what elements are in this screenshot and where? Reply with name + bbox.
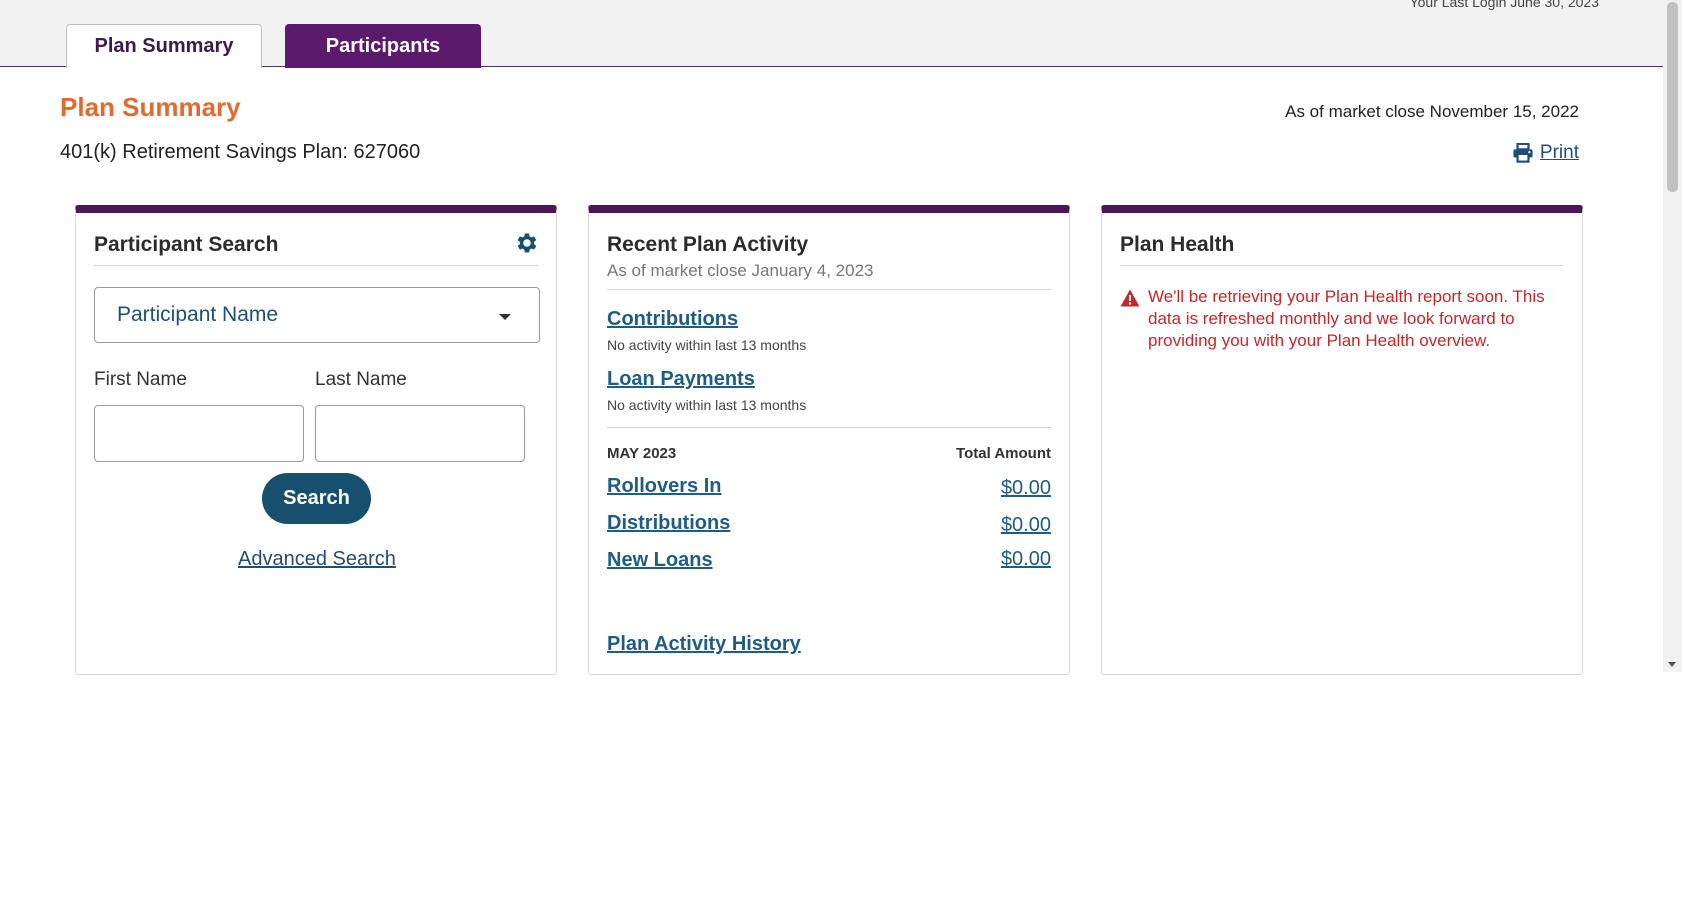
activity-as-of-date: As of market close January 4, 2023 bbox=[607, 261, 874, 280]
loan-payments-note: No activity within last 13 months bbox=[607, 397, 807, 413]
plan-health-card: Plan Health We'll be retrieving your Pla… bbox=[1101, 205, 1583, 675]
last-login-text: Your Last Login June 30, 2023 bbox=[1409, 0, 1599, 10]
scroll-down-arrow-icon[interactable] bbox=[1668, 662, 1676, 667]
plan-health-title: Plan Health bbox=[1120, 233, 1235, 256]
new-loans-link[interactable]: New Loans bbox=[607, 549, 713, 572]
plan-health-message: We'll be retrieving your Plan Health rep… bbox=[1148, 287, 1545, 350]
distributions-amount[interactable]: $0.00 bbox=[1001, 514, 1051, 537]
recent-activity-title: Recent Plan Activity bbox=[607, 233, 809, 256]
warning-icon bbox=[1120, 289, 1140, 307]
new-loans-amount[interactable]: $0.00 bbox=[1001, 548, 1051, 571]
search-button[interactable]: Search bbox=[262, 473, 371, 524]
gear-icon[interactable] bbox=[514, 230, 540, 256]
contributions-link[interactable]: Contributions bbox=[607, 308, 738, 331]
recent-plan-activity-card: Recent Plan Activity As of market close … bbox=[588, 205, 1070, 675]
last-name-label: Last Name bbox=[315, 369, 407, 390]
rollovers-in-link[interactable]: Rollovers In bbox=[607, 475, 721, 498]
divider bbox=[607, 289, 1051, 290]
total-amount-header: Total Amount bbox=[956, 445, 1051, 462]
participant-search-card: Participant Search Participant Name Firs… bbox=[75, 205, 557, 675]
page-frame: Your Last Login June 30, 2023 Plan Summa… bbox=[0, 0, 1663, 675]
distributions-link[interactable]: Distributions bbox=[607, 512, 730, 535]
divider bbox=[607, 427, 1051, 428]
contributions-note: No activity within last 13 months bbox=[607, 337, 807, 353]
divider bbox=[1120, 265, 1564, 266]
print-link[interactable]: Print bbox=[1512, 142, 1579, 164]
first-name-field[interactable] bbox=[94, 405, 304, 462]
search-type-value: Participant Name bbox=[117, 303, 279, 326]
scrollbar[interactable] bbox=[1663, 0, 1682, 672]
first-name-label: First Name bbox=[94, 369, 187, 390]
scrollbar-thumb[interactable] bbox=[1667, 2, 1678, 192]
search-type-select[interactable]: Participant Name bbox=[94, 287, 540, 343]
rollovers-in-amount[interactable]: $0.00 bbox=[1001, 477, 1051, 500]
plan-name: 401(k) Retirement Savings Plan: 627060 bbox=[60, 141, 421, 163]
print-label: Print bbox=[1539, 142, 1579, 163]
tab-participants[interactable]: Participants bbox=[285, 24, 481, 68]
chevron-down-icon bbox=[499, 314, 511, 320]
page-title: Plan Summary bbox=[60, 92, 241, 122]
divider bbox=[94, 265, 538, 266]
advanced-search-link[interactable]: Advanced Search bbox=[76, 548, 558, 571]
as-of-date: As of market close November 15, 2022 bbox=[1285, 102, 1579, 121]
month-header: MAY 2023 bbox=[607, 445, 677, 462]
last-name-field[interactable] bbox=[315, 405, 525, 462]
participant-search-title: Participant Search bbox=[94, 233, 279, 256]
loan-payments-link[interactable]: Loan Payments bbox=[607, 368, 755, 391]
plan-activity-history-link[interactable]: Plan Activity History bbox=[607, 633, 801, 656]
printer-icon bbox=[1513, 143, 1533, 163]
tab-plan-summary[interactable]: Plan Summary bbox=[66, 24, 262, 68]
